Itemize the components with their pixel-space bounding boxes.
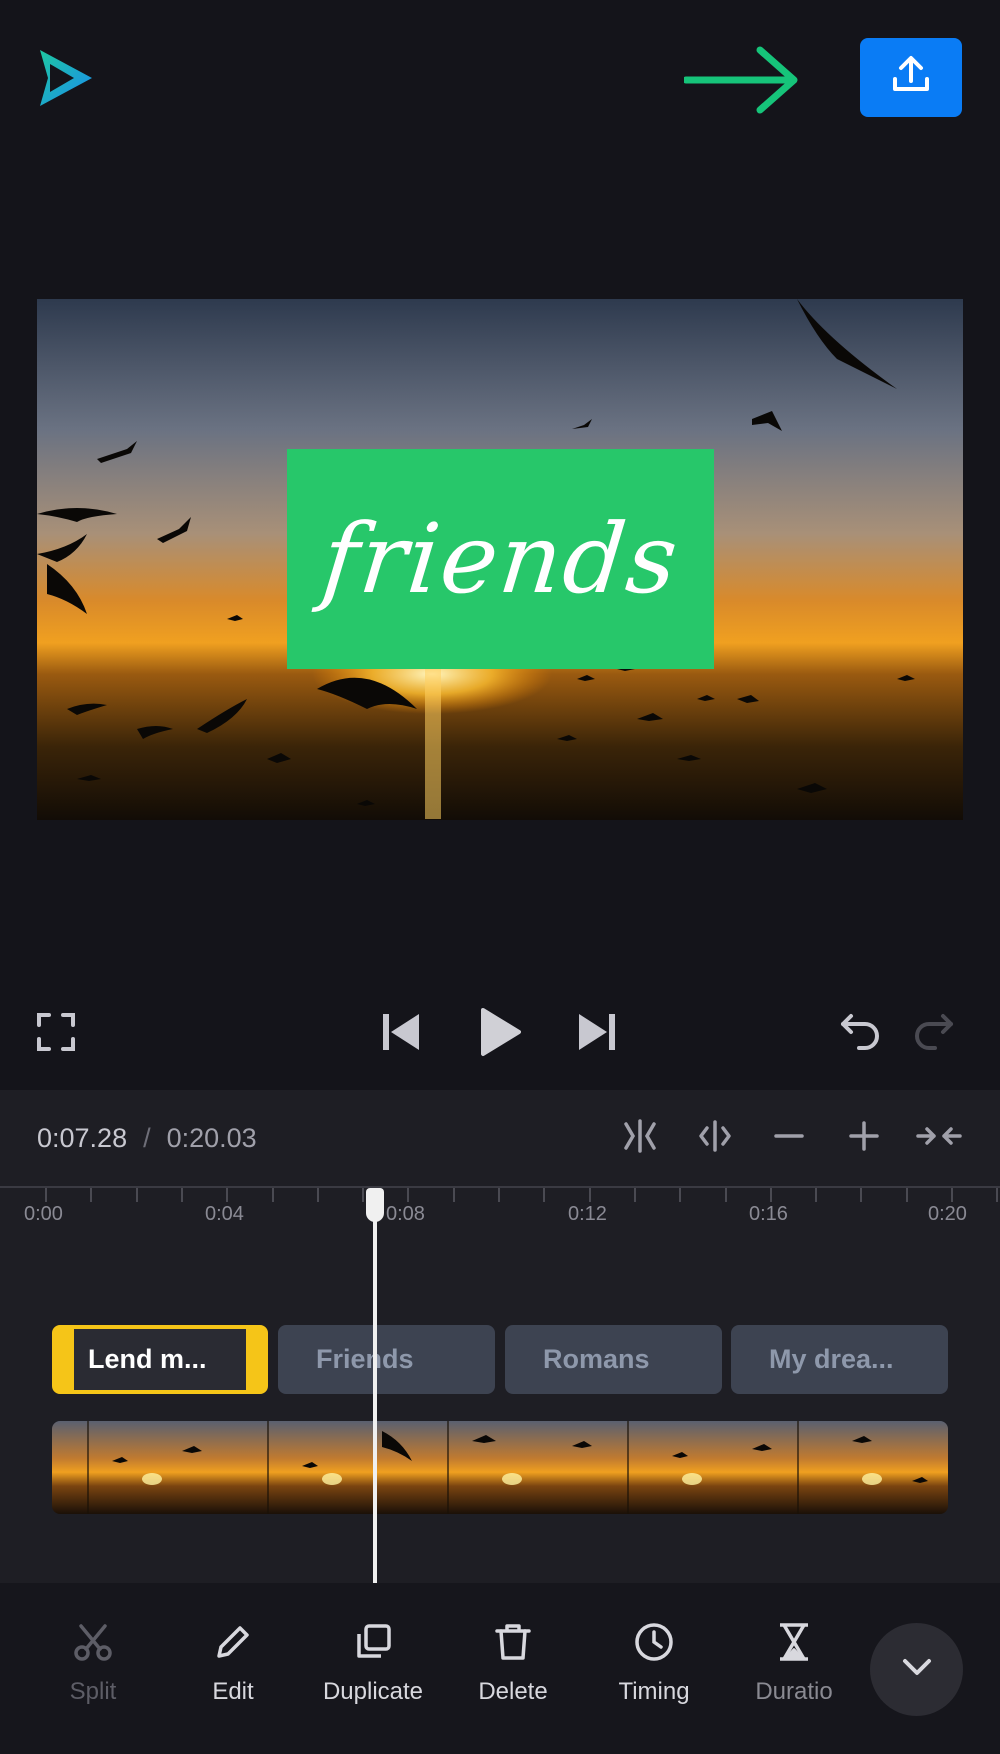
text-clip-label: Friends	[316, 1344, 414, 1374]
trim-icon	[697, 1118, 733, 1159]
ruler-tick	[90, 1188, 93, 1202]
split-button[interactable]: Split	[23, 1620, 163, 1720]
ruler-tick	[679, 1188, 682, 1202]
ruler-tick	[180, 1188, 183, 1202]
zoom-out-icon	[773, 1120, 805, 1157]
skip-forward-icon	[577, 1012, 617, 1057]
ruler-tick	[45, 1188, 47, 1202]
duration-button[interactable]: Duratio	[724, 1620, 864, 1720]
zoom-out-button[interactable]	[766, 1116, 812, 1160]
video-track[interactable]	[52, 1421, 948, 1514]
ruler-tick	[815, 1188, 818, 1202]
text-clip[interactable]: My drea...	[731, 1325, 948, 1394]
duration-label: Duratio	[755, 1678, 833, 1705]
ruler-label: 0:12	[568, 1203, 607, 1225]
upload-icon	[889, 53, 933, 102]
time-readout: 0:07.28 / 0:20.03	[37, 1118, 257, 1158]
ruler-tick	[452, 1188, 455, 1202]
undo-button[interactable]	[836, 1010, 884, 1058]
ruler-tick	[724, 1188, 727, 1202]
text-clip[interactable]: Romans	[505, 1325, 722, 1394]
split-label: Split	[69, 1678, 117, 1705]
timing-label: Timing	[618, 1678, 690, 1705]
undo-icon	[839, 1012, 881, 1057]
ruler-tick	[316, 1188, 319, 1202]
app-logo-icon	[36, 46, 96, 110]
duplicate-icon	[351, 1620, 395, 1664]
scissors-icon	[71, 1620, 115, 1664]
redo-button[interactable]	[910, 1010, 958, 1058]
trim-handle-right[interactable]	[256, 1347, 259, 1373]
skip-forward-button[interactable]	[574, 1010, 620, 1058]
playhead-handle[interactable]	[366, 1188, 384, 1222]
arrow-right-icon	[682, 44, 800, 116]
text-clip-label: My drea...	[769, 1344, 894, 1374]
title-overlay-text: friends	[316, 503, 685, 615]
ruler-tick	[135, 1188, 138, 1202]
current-time: 0:07.28	[37, 1122, 128, 1153]
ruler-tick	[498, 1188, 500, 1202]
text-clip-label: Lend m...	[88, 1344, 207, 1374]
edit-label: Edit	[212, 1678, 254, 1705]
playhead[interactable]	[373, 1190, 377, 1583]
title-overlay[interactable]: friends	[287, 449, 714, 669]
delete-button[interactable]: Delete	[443, 1620, 583, 1720]
duplicate-button[interactable]: Duplicate	[303, 1620, 443, 1720]
ruler-tick	[996, 1188, 999, 1202]
chevron-down-icon	[899, 1655, 935, 1684]
ruler-tick	[588, 1188, 591, 1202]
skip-back-button[interactable]	[378, 1010, 424, 1058]
fullscreen-button[interactable]	[30, 1008, 82, 1060]
play-icon	[479, 1007, 521, 1062]
ruler-label: 0:20	[928, 1203, 967, 1225]
split-clip-icon	[622, 1118, 658, 1159]
ruler-tick	[769, 1188, 772, 1202]
zoom-in-icon	[848, 1120, 880, 1157]
ruler-label: 0:00	[24, 1203, 63, 1225]
ruler-tick	[860, 1188, 863, 1202]
fit-icon	[916, 1120, 962, 1157]
collapse-toolbar-button[interactable]	[870, 1623, 963, 1716]
trim-handle-left[interactable]	[61, 1347, 64, 1373]
ruler-tick	[271, 1188, 274, 1202]
ruler-label: 0:16	[749, 1203, 788, 1225]
fullscreen-icon	[36, 1012, 76, 1057]
export-button[interactable]	[860, 38, 962, 117]
total-time: 0:20.03	[166, 1122, 257, 1153]
ruler-tick	[633, 1188, 636, 1202]
hourglass-icon	[772, 1620, 816, 1664]
clock-icon	[632, 1620, 676, 1664]
zoom-in-button[interactable]	[841, 1116, 887, 1160]
ruler-tick	[951, 1188, 953, 1202]
ruler-label: 0:08	[386, 1203, 425, 1225]
timeline-ruler	[0, 1186, 1000, 1188]
time-separator: /	[143, 1122, 151, 1153]
ruler-tick	[362, 1188, 365, 1202]
edit-button[interactable]: Edit	[163, 1620, 303, 1720]
timing-button[interactable]: Timing	[584, 1620, 724, 1720]
fit-timeline-button[interactable]	[916, 1116, 962, 1160]
delete-label: Delete	[478, 1678, 548, 1705]
text-clip[interactable]: Friends	[278, 1325, 495, 1394]
split-clip-button[interactable]	[617, 1116, 663, 1160]
ruler-label: 0:04	[205, 1203, 244, 1225]
ruler-tick	[226, 1188, 229, 1202]
trash-icon	[491, 1620, 535, 1664]
play-button[interactable]	[474, 1004, 526, 1064]
skip-back-icon	[381, 1012, 421, 1057]
duplicate-label: Duplicate	[322, 1678, 424, 1705]
text-clip-selected[interactable]: Lend m...	[52, 1325, 268, 1394]
pencil-icon	[211, 1620, 255, 1664]
ruler-tick	[543, 1188, 546, 1202]
ruler-tick	[407, 1188, 410, 1202]
text-clip-label: Romans	[543, 1344, 650, 1374]
ruler-tick	[905, 1188, 908, 1202]
trim-button[interactable]	[692, 1116, 738, 1160]
redo-icon	[913, 1012, 955, 1057]
